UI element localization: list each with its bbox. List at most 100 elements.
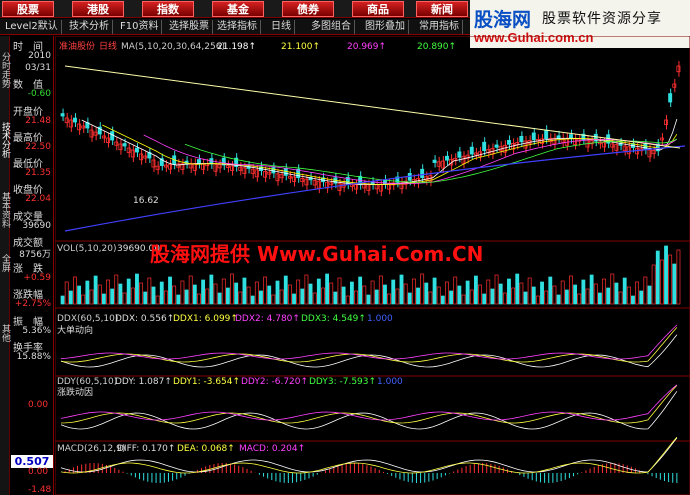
ma1-value: 21.198↑ <box>217 42 256 52</box>
volume-bar <box>349 281 354 305</box>
volume-bar <box>246 286 251 305</box>
volume-bar <box>354 290 358 305</box>
ma2-value: 21.100↑ <box>281 42 320 52</box>
volume-bar <box>651 264 656 305</box>
volume-bar <box>151 286 156 305</box>
volume-bar <box>159 281 164 305</box>
tab-overlay[interactable]: 图形叠加 <box>362 20 409 34</box>
volume-bar <box>275 280 280 305</box>
volume-bar <box>461 294 466 305</box>
candle-body <box>651 150 656 155</box>
volume-bar <box>515 273 520 305</box>
tab-select-indicator[interactable]: 选择指标 <box>214 20 261 34</box>
tab-daily[interactable]: 日线 <box>268 20 295 34</box>
volume-bar <box>188 275 193 305</box>
menu-bonds[interactable]: 债券 <box>282 1 334 17</box>
change-pct-value: +2.75% <box>14 299 51 309</box>
stock-name: 准油股份 <box>59 40 95 52</box>
diff-value: DIFF: 0.170↑ <box>117 444 175 454</box>
tab-select-stock[interactable]: 选择股票 <box>166 20 213 34</box>
tab-common-indicators[interactable]: 常用指标 <box>416 20 463 34</box>
volume-bar <box>147 277 152 305</box>
menu-commodities[interactable]: 商品 <box>352 1 404 17</box>
volume-bar <box>122 292 127 305</box>
side-tab-technical[interactable]: 技术分析 <box>0 110 10 170</box>
candle-body <box>122 143 127 147</box>
volume-bar <box>201 279 206 305</box>
macd-axis-bottom: -1.48 <box>28 485 52 495</box>
volume-bar <box>341 286 346 305</box>
volume-bar <box>250 295 255 305</box>
volume-bar <box>614 282 619 305</box>
volume-bar <box>321 287 325 305</box>
candle-body <box>316 180 321 189</box>
menu-funds[interactable]: 基金 <box>212 1 264 17</box>
candle-body <box>515 142 520 145</box>
indicator-lines <box>60 324 678 483</box>
dea-value: DEA: 0.068↑ <box>177 444 235 454</box>
volume-bar <box>374 289 379 305</box>
volume-bar <box>622 277 627 305</box>
volume-bar <box>93 275 98 305</box>
volume-bar <box>329 282 334 305</box>
turnover-amount-value: 8756万 <box>19 250 51 260</box>
candle-body <box>64 117 69 123</box>
volume-bar <box>287 284 292 305</box>
volume-bar <box>631 295 635 305</box>
ddy-ref: 1.000 <box>377 377 403 387</box>
volume-bar <box>453 276 458 305</box>
candle-body <box>271 167 276 174</box>
amplitude-value: 5.36% <box>22 326 51 336</box>
candle-body <box>440 160 445 169</box>
side-tab-fullscreen[interactable]: 全屏 <box>0 248 10 278</box>
volume-bar <box>428 291 433 305</box>
candle-body <box>556 135 561 139</box>
tab-tech-analysis[interactable]: 技术分析 <box>66 20 113 34</box>
volume-bar <box>519 282 524 305</box>
menu-stocks[interactable]: 股票 <box>2 1 54 17</box>
volume-bar <box>544 290 549 305</box>
volume-bar <box>589 274 594 305</box>
volume-bar <box>213 283 218 305</box>
volume-bar <box>81 294 86 305</box>
volume-bar <box>535 295 540 305</box>
volume-bar <box>73 276 77 305</box>
low-value: 21.35 <box>25 168 51 178</box>
volume-bar <box>647 285 652 305</box>
brand-slogan: 股票软件资源分享 <box>542 11 662 27</box>
volume-bar <box>486 279 491 305</box>
volume-bar <box>387 293 392 305</box>
volume-bar <box>209 274 214 305</box>
tab-level2[interactable]: Level2默认 <box>2 20 62 34</box>
menu-hk-stocks[interactable]: 港股 <box>72 1 124 17</box>
volume-bar <box>478 284 482 305</box>
tab-f10[interactable]: F10资料 <box>117 20 163 34</box>
indicator-line <box>60 385 678 424</box>
volume-bar <box>333 291 338 305</box>
side-tab-other[interactable]: 其他 <box>0 318 10 348</box>
candle-body <box>420 168 425 179</box>
volume-bar <box>101 293 106 305</box>
candle-body <box>457 151 462 158</box>
volume-bar <box>180 280 185 305</box>
volume-bar <box>68 290 73 305</box>
volume-bar <box>411 278 416 305</box>
close-value: 22.04 <box>25 194 51 204</box>
ddx-label: DDX(60,5,10) <box>57 314 118 324</box>
candle-body <box>254 169 259 178</box>
volume-bar <box>106 279 110 305</box>
menu-news[interactable]: 新闻 <box>416 1 468 17</box>
menu-index[interactable]: 指数 <box>142 1 194 17</box>
tab-multi-chart[interactable]: 多图组合 <box>308 20 355 34</box>
ddx3-value: DDX3: 4.549↑ <box>301 314 366 324</box>
side-tab-fundamental[interactable]: 基本资料 <box>0 180 10 240</box>
ddy-axis-label: 0.00 <box>28 400 49 410</box>
side-tab-intraday[interactable]: 分时走势 <box>0 40 10 100</box>
volume-bar <box>399 274 404 305</box>
ddy-title: 涨跌动因 <box>57 387 93 398</box>
volume-bar <box>618 291 623 305</box>
volume-bar <box>556 294 561 305</box>
candle-body <box>469 146 474 155</box>
volume-bar <box>606 287 611 305</box>
volume-bar <box>602 278 606 305</box>
